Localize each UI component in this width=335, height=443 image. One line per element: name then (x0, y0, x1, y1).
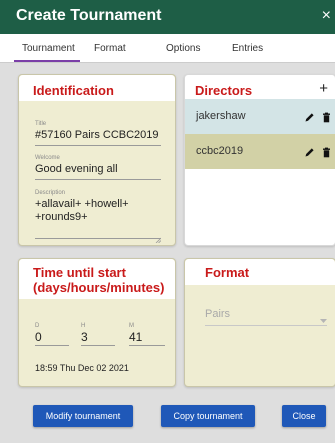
tab-format[interactable]: Format (94, 43, 126, 54)
copy-tournament-button[interactable]: Copy tournament (161, 405, 255, 427)
chevron-down-icon (320, 311, 327, 329)
format-select-value: Pairs (205, 308, 231, 320)
hours-label: H (81, 323, 86, 329)
days-label: D (35, 323, 40, 329)
directors-panel: Directors + jakershaw ccbc2019 (184, 74, 335, 246)
trash-icon[interactable] (321, 110, 332, 123)
tab-options[interactable]: Options (166, 43, 200, 54)
resize-handle-icon[interactable] (155, 230, 162, 244)
time-until-start-title: Time until start (33, 265, 126, 280)
identification-header: Identification (19, 75, 175, 101)
director-name: ccbc2019 (196, 145, 244, 157)
close-icon[interactable]: × (322, 8, 331, 24)
pencil-icon[interactable] (304, 110, 315, 122)
minutes-field[interactable]: 41 (129, 330, 142, 344)
days-field[interactable]: 0 (35, 330, 42, 344)
tab-bar: Tournament Format Options Entries (0, 34, 335, 63)
identification-panel: Identification Title #57160 Pairs CCBC20… (18, 74, 176, 246)
format-select[interactable]: Pairs (205, 305, 327, 327)
start-datetime: 18:59 Thu Dec 02 2021 (35, 363, 129, 373)
format-title: Format (205, 265, 250, 280)
welcome-field-label: Welcome (35, 155, 60, 161)
description-field[interactable]: +allavail+ +howell+ +rounds9+ (35, 198, 162, 244)
description-field-label: Description (35, 190, 66, 196)
pencil-icon[interactable] (304, 145, 315, 157)
time-until-start-header: Time until start (days/hours/minutes) (19, 259, 175, 299)
format-header: Format (185, 259, 335, 285)
time-until-start-panel: Time until start (days/hours/minutes) D … (18, 258, 176, 387)
directors-title: Directors (195, 83, 253, 98)
modify-tournament-button[interactable]: Modify tournament (33, 405, 133, 427)
welcome-field[interactable]: Good evening all (35, 163, 161, 175)
dialog-title: Create Tournament (16, 7, 162, 24)
title-field-underline (35, 145, 161, 146)
time-until-start-subtitle: (days/hours/minutes) (33, 280, 165, 295)
title-bar: Create Tournament × (0, 0, 335, 34)
title-field-label: Title (35, 121, 47, 127)
hours-field-underline (81, 345, 115, 346)
create-tournament-dialog: Create Tournament × Tournament Format Op… (0, 0, 335, 443)
description-field-underline (35, 238, 161, 239)
trash-icon[interactable] (321, 145, 332, 158)
director-row[interactable]: jakershaw (185, 99, 335, 134)
description-line-1: +allavail+ +howell+ (35, 198, 129, 210)
add-director-icon[interactable]: + (319, 80, 328, 97)
minutes-field-underline (129, 345, 165, 346)
welcome-field-underline (35, 179, 161, 180)
close-button[interactable]: Close (282, 405, 326, 427)
active-tab-indicator (14, 60, 80, 62)
identification-title: Identification (33, 83, 114, 98)
hours-field[interactable]: 3 (81, 330, 88, 344)
director-row[interactable]: ccbc2019 (185, 134, 335, 169)
format-select-underline (205, 325, 327, 326)
days-field-underline (35, 345, 69, 346)
description-line-2: +rounds9+ (35, 211, 88, 223)
director-name: jakershaw (196, 110, 246, 122)
tab-entries[interactable]: Entries (232, 43, 263, 54)
minutes-label: M (129, 323, 134, 329)
tab-tournament[interactable]: Tournament (22, 43, 75, 54)
title-field[interactable]: #57160 Pairs CCBC2019 (35, 129, 161, 141)
